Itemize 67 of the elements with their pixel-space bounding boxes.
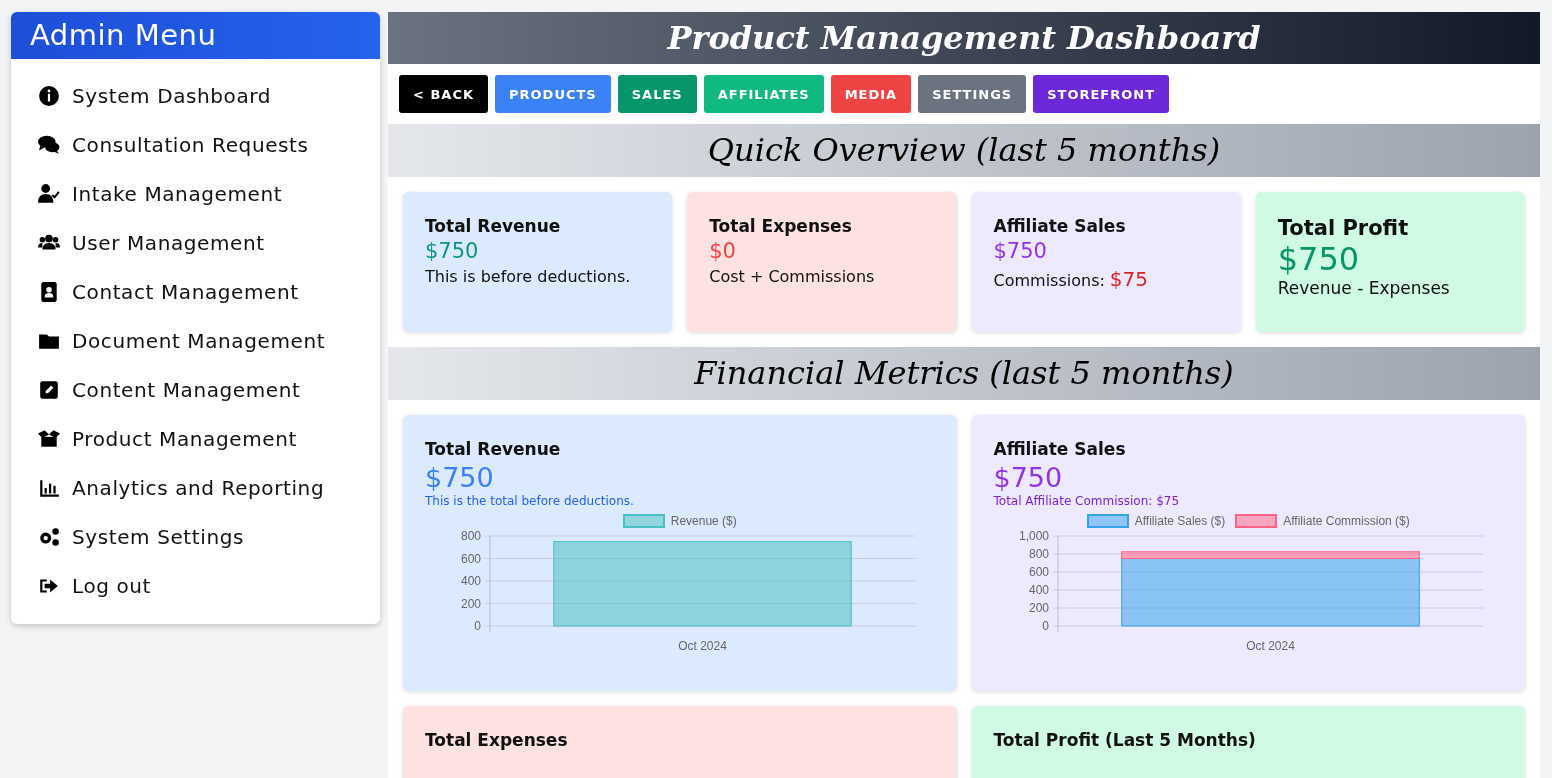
page-title: Product Management Dashboard [388, 12, 1540, 64]
y-tick-label: 1,000 [1019, 530, 1050, 543]
pencil-square-icon [38, 378, 60, 401]
card-title: Affiliate Sales [993, 439, 1127, 459]
sidebar-item[interactable]: Product Management [38, 414, 380, 463]
y-tick-label: 600 [460, 551, 481, 566]
x-tick-label: Oct 2024 [677, 639, 727, 653]
card-value: $750 [993, 239, 1048, 263]
card-note: Cost + Commissions [709, 267, 875, 286]
user-check-icon [38, 182, 60, 205]
section-title: Financial Metrics (last 5 months) [388, 347, 1540, 400]
nav-button[interactable]: MEDIA [830, 75, 912, 113]
legend-label: Affiliate Sales ($) [1134, 514, 1226, 528]
sidebar-item[interactable]: Consultation Requests [38, 120, 380, 169]
y-tick-label: 400 [1029, 583, 1050, 597]
card-title: Affiliate Sales [993, 216, 1127, 236]
card-title: Total Revenue [425, 216, 562, 236]
y-tick-label: 800 [460, 530, 481, 543]
card-note: Revenue - Expenses [1277, 278, 1450, 298]
card-note: Commissions: [993, 271, 1105, 290]
open-box-icon [38, 427, 60, 450]
card-title: Total Revenue [425, 439, 562, 459]
y-tick-label: 400 [460, 574, 481, 588]
legend-swatch [622, 514, 665, 528]
y-tick-label: 0 [474, 619, 481, 633]
sidebar-item[interactable]: System Dashboard [38, 71, 380, 120]
card-title: Total Profit [1277, 216, 1410, 240]
y-tick-label: 200 [460, 596, 481, 611]
info-icon [38, 84, 60, 107]
nav-button[interactable]: SALES [617, 75, 697, 113]
sidebar-item[interactable]: Document Management [38, 316, 380, 365]
legend-label: Revenue ($) [670, 514, 737, 528]
card-value: $750 [425, 239, 480, 263]
card-title: Total Expenses [709, 216, 853, 236]
contact-book-icon [38, 280, 60, 303]
card-value: $750 [1277, 240, 1361, 278]
sidebar-item[interactable]: User Management [38, 218, 380, 267]
card-note: This is before deductions. [425, 267, 631, 286]
card-title: Total Profit (Last 5 Months) [993, 730, 1257, 750]
y-tick-label: 600 [1029, 565, 1050, 579]
card-value: $750 [993, 462, 1064, 493]
y-tick-label: 0 [1042, 619, 1050, 633]
sidebar-item[interactable]: Intake Management [38, 169, 380, 218]
sidebar-item[interactable]: Content Management [38, 365, 380, 414]
sidebar-item[interactable]: Analytics and Reporting [38, 463, 380, 512]
sidebar-item[interactable]: Log out [38, 561, 380, 610]
legend-swatch [1235, 514, 1278, 528]
sidebar-item[interactable]: System Settings [38, 512, 380, 561]
card-value: $750 [425, 462, 495, 493]
card-subtitle: Total Affiliate Commission: $75 [993, 494, 1181, 508]
legend-swatch [1086, 514, 1129, 528]
section-title: Quick Overview (last 5 months) [388, 124, 1540, 177]
sidebar-title: Admin Menu [11, 12, 380, 59]
x-tick-label: Oct 2024 [1246, 639, 1296, 653]
commission-value: $75 [1109, 267, 1149, 291]
card-value: $0 [709, 239, 737, 263]
card-subtitle: This is the total before deductions. [425, 494, 635, 508]
legend-label: Affiliate Commission ($) [1283, 514, 1410, 528]
nav-button[interactable]: < BACK [399, 75, 488, 113]
y-tick-label: 200 [1029, 601, 1050, 615]
nav-button[interactable]: STOREFRONT [1033, 75, 1170, 113]
nav-button[interactable]: SETTINGS [918, 75, 1027, 113]
chat-bubbles-icon [38, 133, 60, 156]
card-title: Total Expenses [425, 730, 569, 750]
nav-button[interactable]: PRODUCTS [495, 75, 611, 113]
y-tick-label: 800 [1029, 547, 1050, 561]
sidebar-item[interactable]: Contact Management [38, 267, 380, 316]
